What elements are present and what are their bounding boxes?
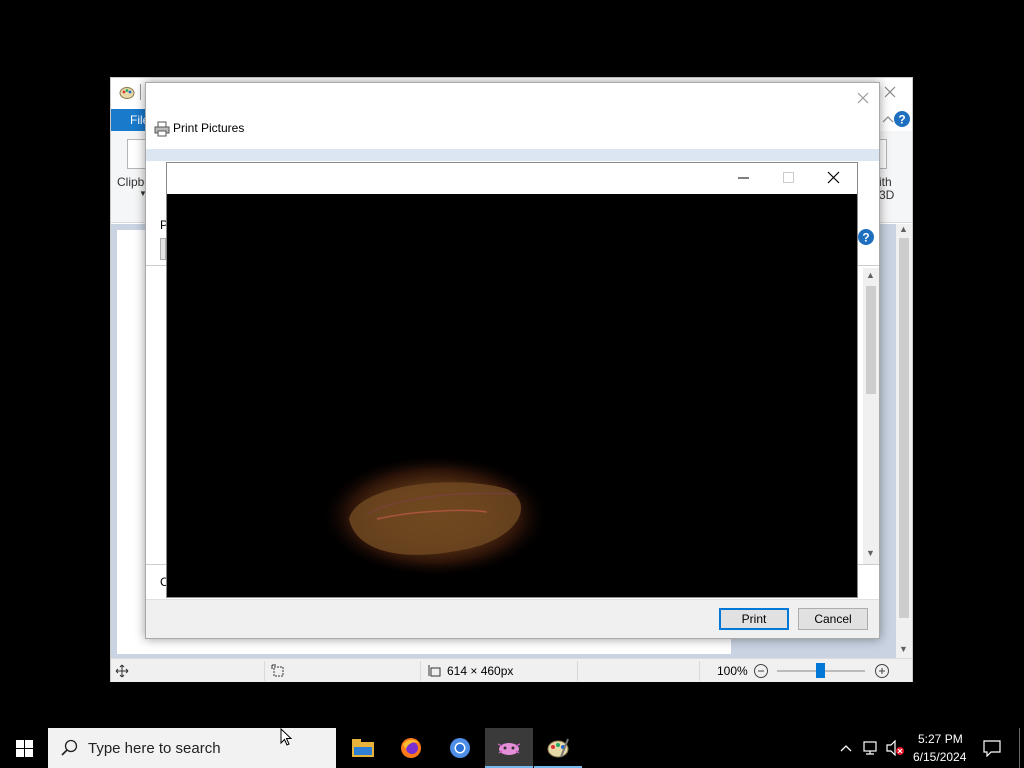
edit3d-label-line2: 3D	[879, 188, 895, 202]
svg-text:?: ?	[898, 113, 905, 127]
status-divider	[699, 661, 700, 681]
taskbar-file-explorer[interactable]	[338, 728, 386, 768]
mouse-cursor-icon	[280, 728, 293, 746]
edit3d-label-line1: ith	[879, 175, 892, 189]
dialog-accent-strip	[146, 149, 879, 161]
vertical-scrollbar[interactable]: ▲ ▼	[896, 224, 912, 658]
dialog-help-icon[interactable]: ?	[857, 228, 875, 246]
printer-icon	[154, 121, 170, 137]
image-preview-window	[166, 162, 858, 598]
image-viewer-icon	[497, 743, 521, 755]
show-hidden-icons-icon[interactable]	[839, 742, 853, 754]
maximize-button[interactable]	[766, 163, 811, 193]
cancel-button-label: Cancel	[814, 612, 852, 626]
help-icon[interactable]: ?	[893, 110, 911, 128]
maximize-icon	[783, 172, 794, 183]
image-size-icon	[428, 665, 441, 677]
minimize-button[interactable]	[721, 163, 766, 193]
scrollbar-thumb[interactable]	[899, 238, 909, 618]
image-size-text: 614 × 460px	[447, 664, 514, 678]
print-button-label: Print	[741, 612, 767, 626]
selection-size-icon	[271, 664, 284, 677]
status-bar: 614 × 460px 100%	[111, 658, 912, 682]
action-center-icon[interactable]	[982, 739, 1002, 757]
show-desktop-button[interactable]	[1019, 728, 1020, 768]
cancel-button[interactable]: Cancel	[798, 608, 868, 630]
cursor-position-icon	[115, 664, 129, 678]
close-icon	[827, 171, 840, 184]
paint-close-icon[interactable]	[884, 86, 896, 98]
dialog-scrollbar-thumb[interactable]	[866, 286, 876, 394]
zoom-slider-thumb[interactable]	[816, 663, 825, 678]
network-icon[interactable]	[862, 740, 880, 756]
dialog-scroll-up-icon[interactable]: ▲	[866, 270, 875, 280]
preview-titlebar	[167, 163, 857, 194]
taskbar-firefox[interactable]	[387, 728, 435, 768]
dialog-header: Print Pictures	[146, 83, 879, 149]
print-button[interactable]: Print	[719, 608, 789, 630]
scroll-up-icon[interactable]: ▲	[899, 224, 908, 234]
paint-app-icon	[119, 87, 135, 99]
taskbar-image-viewer[interactable]	[485, 728, 533, 768]
edit-3d-button[interactable]	[879, 139, 887, 169]
clock-date[interactable]: 6/15/2024	[913, 750, 966, 764]
volume-muted-icon[interactable]	[885, 740, 905, 756]
scroll-down-icon[interactable]: ▼	[899, 644, 908, 654]
title-separator	[140, 84, 141, 100]
status-divider	[264, 661, 265, 681]
search-icon	[61, 739, 78, 756]
dialog-title: Print Pictures	[173, 121, 245, 135]
file-explorer-icon	[352, 739, 374, 757]
paint-icon	[547, 738, 569, 758]
zoom-level: 100%	[717, 664, 748, 678]
dialog-scrollbar[interactable]: ▲ ▼	[863, 268, 879, 564]
firefox-icon	[401, 738, 421, 758]
taskbar: Type here to search 5:27 PM 6/15/2024	[0, 728, 1024, 768]
close-button[interactable]	[811, 163, 856, 193]
chromium-icon	[450, 738, 470, 758]
taskbar-chromium[interactable]	[436, 728, 484, 768]
clock-time[interactable]: 5:27 PM	[918, 732, 963, 746]
zoom-in-icon[interactable]	[874, 663, 890, 679]
minimize-icon	[738, 177, 749, 179]
taskbar-paint[interactable]	[534, 728, 582, 768]
zoom-out-icon[interactable]	[753, 663, 769, 679]
dialog-footer: Print Cancel	[146, 599, 879, 638]
preview-image	[167, 194, 857, 597]
svg-text:?: ?	[862, 231, 869, 245]
windows-start-icon[interactable]	[16, 740, 33, 757]
search-placeholder: Type here to search	[88, 740, 221, 757]
dialog-close-icon[interactable]	[856, 91, 870, 105]
dialog-scroll-down-icon[interactable]: ▼	[866, 548, 875, 558]
status-divider	[420, 661, 421, 681]
status-divider	[577, 661, 578, 681]
